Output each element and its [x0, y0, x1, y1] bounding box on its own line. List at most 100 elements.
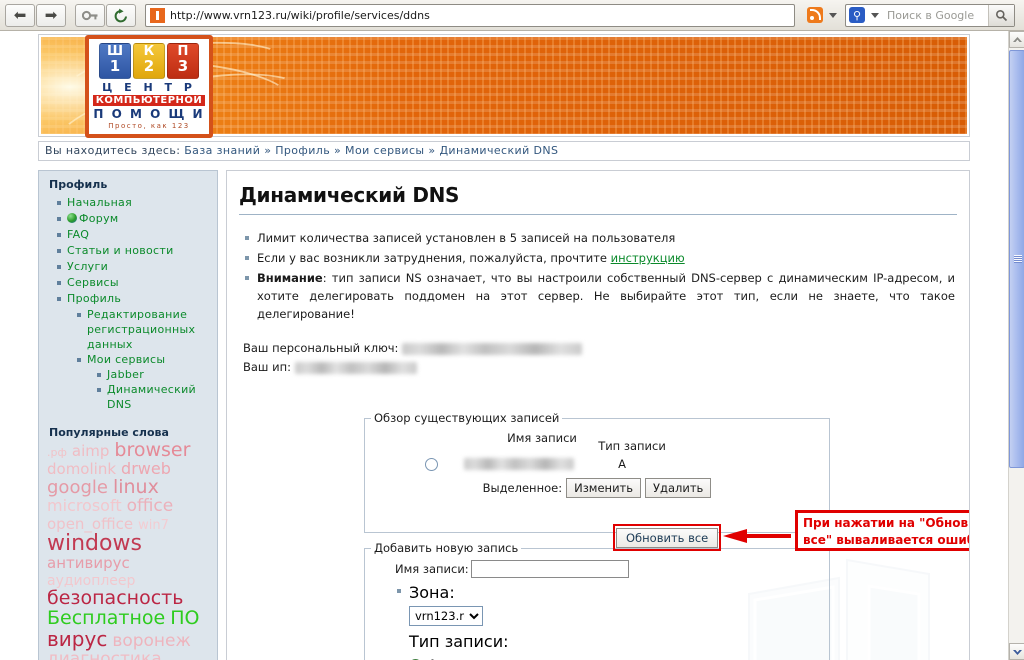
- tag-3[interactable]: domolink: [47, 461, 116, 478]
- zone-select[interactable]: vrn123.ru: [409, 606, 483, 626]
- tag-11[interactable]: windows: [47, 532, 142, 555]
- sidebar-subitem-label: Редактирование регистрационных данных: [87, 308, 196, 351]
- breadcrumb-separator: »: [264, 144, 272, 157]
- site-favicon-icon: [150, 7, 165, 23]
- search-engine-icon[interactable]: ⚲: [849, 7, 865, 23]
- reload-icon: [114, 8, 127, 22]
- sidebar-subitem-my-services[interactable]: Мои сервисы Jabber Динамический DNS: [77, 352, 217, 412]
- globe-icon: [67, 213, 77, 223]
- add-record-form: Имя записи: Зона: vrn123.ru Тип записи: …: [365, 555, 829, 660]
- record-type-a-label: A: [427, 656, 438, 660]
- delete-button[interactable]: Удалить: [645, 478, 712, 498]
- search-submit-button[interactable]: [988, 4, 1014, 26]
- tag-16[interactable]: ПО: [170, 608, 199, 629]
- tag-14[interactable]: безопасность: [47, 588, 183, 609]
- notes-list: Лимит количества записей установлен в 5 …: [243, 229, 955, 323]
- sidebar-item-profil[interactable]: Профиль Редактирование регистрационных д…: [57, 291, 217, 412]
- records-table-header: Имя записи Тип записи: [365, 425, 829, 453]
- breadcrumb-separator: »: [428, 144, 436, 157]
- back-button[interactable]: ⬅: [5, 3, 35, 27]
- address-bar[interactable]: http://www.vrn123.ru/wiki/profile/servic…: [145, 3, 795, 27]
- tag-17[interactable]: вирус: [47, 628, 107, 650]
- note-text: Если у вас возникли затруднения, пожалуй…: [257, 251, 611, 265]
- scrollbar-thumb[interactable]: [1009, 50, 1024, 468]
- page-scrollbar[interactable]: [1008, 31, 1024, 660]
- tag-10[interactable]: win7: [138, 518, 169, 533]
- search-input[interactable]: Поиск в Google: [883, 9, 988, 22]
- logo-cube-2: К 2: [133, 43, 165, 79]
- reload-button[interactable]: [106, 3, 136, 27]
- sidebar-item-servisy[interactable]: Сервисы: [57, 275, 217, 291]
- table-row[interactable]: A: [365, 457, 829, 471]
- search-box[interactable]: ⚲ Поиск в Google: [845, 3, 1015, 27]
- navigation-buttons: ⬅ ➡: [5, 3, 67, 27]
- sidebar-submenu: Редактирование регистрационных данных Мо…: [67, 307, 217, 412]
- rss-chevron-down-icon[interactable]: [829, 12, 837, 18]
- record-name-input[interactable]: [470, 560, 629, 578]
- add-record-fieldset: Добавить новую запись Имя записи: Зона: …: [364, 541, 830, 660]
- sidebar-item-uslugi[interactable]: Услуги: [57, 259, 217, 275]
- record-name-label: Имя записи:: [395, 562, 469, 576]
- tag-12[interactable]: антивирус: [47, 556, 130, 572]
- account-info: Ваш персональный ключ: Ваш ип:: [243, 339, 969, 377]
- sidebar-subitem-edit-registration[interactable]: Редактирование регистрационных данных: [77, 307, 217, 352]
- edit-button[interactable]: Изменить: [566, 478, 642, 498]
- sidebar-subsubitem-label: Динамический DNS: [107, 383, 196, 411]
- records-table: Имя записи Тип записи A Выделенное: Изме…: [365, 425, 829, 498]
- update-all-button[interactable]: Обновить все: [616, 528, 719, 548]
- sidebar-subsubitem-ddns[interactable]: Динамический DNS: [97, 382, 217, 412]
- sidebar-item-label: Услуги: [67, 260, 109, 273]
- tag-9[interactable]: open_office: [47, 516, 133, 533]
- tag-8[interactable]: office: [127, 497, 174, 516]
- tag-2[interactable]: browser: [114, 440, 190, 461]
- tag-6[interactable]: linux: [113, 477, 159, 498]
- note-text: : тип записи NS означает, что вы настрои…: [257, 271, 955, 321]
- update-all-highlight: Обновить все: [613, 524, 722, 551]
- sidebar-item-articles[interactable]: Статьи и новости: [57, 243, 217, 259]
- forward-button[interactable]: ➡: [36, 3, 66, 27]
- sidebar-item-forum[interactable]: Форум: [57, 211, 217, 227]
- breadcrumb-item-2[interactable]: Мои сервисы: [345, 144, 424, 157]
- sidebar-subsubitem-jabber[interactable]: Jabber: [97, 367, 217, 382]
- tag-15[interactable]: Бесплатное: [47, 608, 165, 629]
- add-record-legend: Добавить новую запись: [374, 541, 519, 555]
- page-viewport: Ш 1 К 2 П 3 Ц Е Н Т Р КОМПЬЮТЕРНОЙ П О М…: [0, 31, 1008, 660]
- scrollbar-grip: [1014, 255, 1022, 263]
- record-radio[interactable]: [425, 457, 438, 471]
- tag-0[interactable]: .рф: [47, 447, 67, 459]
- breadcrumb-item-3[interactable]: Динамический DNS: [439, 144, 558, 157]
- record-name-masked: [464, 458, 574, 470]
- sidebar-item-label: Профиль: [67, 292, 122, 305]
- magnifier-icon: [996, 9, 1008, 21]
- rss-area: ⚲ Поиск в Google: [807, 3, 1019, 27]
- scroll-down-button[interactable]: [1009, 643, 1024, 660]
- note-bold-label: Внимание: [257, 271, 323, 285]
- rss-icon[interactable]: [807, 7, 823, 23]
- tag-cloud-title: Популярные слова: [49, 426, 169, 439]
- tag-7[interactable]: microsoft: [47, 497, 122, 515]
- note-item-limit: Лимит количества записей установлен в 5 …: [243, 229, 955, 247]
- tag-5[interactable]: google: [47, 478, 108, 498]
- breadcrumb-item-0[interactable]: База знаний: [184, 144, 260, 157]
- sidebar-item-label: Начальная: [67, 196, 133, 209]
- ip-value-masked: [294, 362, 417, 374]
- record-type-a-row[interactable]: A: [395, 656, 829, 660]
- stop-button[interactable]: [75, 3, 105, 27]
- sidebar-item-label: Форум: [79, 212, 119, 225]
- zone-row: Зона: vrn123.ru: [395, 583, 829, 626]
- breadcrumb: Вы находитесь здесь: База знаний » Профи…: [38, 141, 970, 161]
- instruction-link[interactable]: инструкцию: [611, 251, 685, 265]
- sidebar-item-faq[interactable]: FAQ: [57, 227, 217, 243]
- breadcrumb-item-1[interactable]: Профиль: [275, 144, 330, 157]
- search-engine-chevron-down-icon[interactable]: [871, 12, 879, 18]
- chevron-down-icon: [1012, 649, 1022, 655]
- personal-key-label: Ваш персональный ключ:: [243, 341, 399, 355]
- sidebar-item-nachalnaya[interactable]: Начальная: [57, 195, 217, 211]
- tag-1[interactable]: aimp: [72, 443, 110, 460]
- scroll-up-button[interactable]: [1009, 31, 1024, 48]
- page-title: Динамический DNS: [239, 183, 957, 215]
- tag-19[interactable]: диагностика: [47, 650, 162, 660]
- key-icon: [81, 10, 97, 20]
- site-logo[interactable]: Ш 1 К 2 П 3 Ц Е Н Т Р КОМПЬЮТЕРНОЙ П О М…: [85, 35, 213, 138]
- breadcrumb-prefix: Вы находитесь здесь:: [45, 144, 181, 157]
